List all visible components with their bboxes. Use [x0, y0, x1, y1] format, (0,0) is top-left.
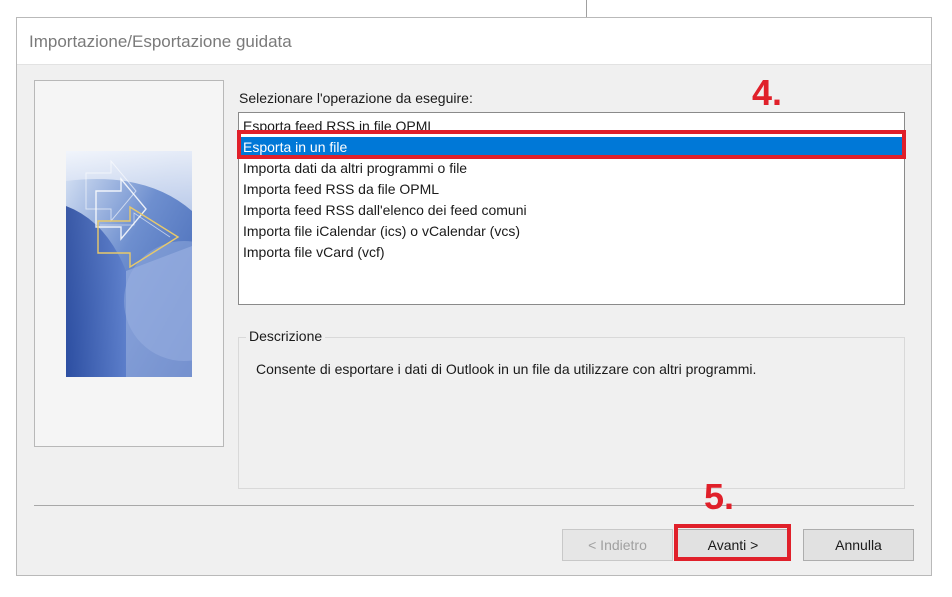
description-group: Descrizione Consente di esportare i dati… — [238, 328, 905, 489]
background-divider — [586, 0, 587, 17]
step-5-label: 5. — [704, 476, 735, 517]
wizard-side-panel — [34, 80, 224, 447]
cancel-button[interactable]: Annulla — [803, 529, 914, 561]
step-4-highlight-box — [237, 130, 906, 159]
back-button[interactable]: < Indietro — [562, 529, 673, 561]
step-4-label: 4. — [752, 72, 783, 113]
list-item-import-vcard[interactable]: Importa file vCard (vcf) — [240, 242, 903, 263]
description-text: Consente di esportare i dati di Outlook … — [256, 361, 757, 377]
list-item-import-other-programs[interactable]: Importa dati da altri programmi o file — [240, 158, 903, 179]
import-export-wizard-graphic-icon — [66, 151, 192, 377]
dialog-title: Importazione/Esportazione guidata — [29, 32, 292, 51]
operation-prompt-label: Selezionare l'operazione da eseguire: — [239, 90, 473, 106]
list-item-import-rss-common-feeds[interactable]: Importa feed RSS dall'elenco dei feed co… — [240, 200, 903, 221]
list-item-import-rss-opml[interactable]: Importa feed RSS da file OPML — [240, 179, 903, 200]
list-item-import-icalendar[interactable]: Importa file iCalendar (ics) o vCalendar… — [240, 221, 903, 242]
title-bar: Importazione/Esportazione guidata — [17, 18, 931, 65]
import-export-wizard-dialog: Importazione/Esportazione guidata Selezi… — [16, 17, 932, 576]
description-legend: Descrizione — [246, 328, 326, 344]
step-5-highlight-box — [674, 524, 791, 561]
button-separator — [34, 505, 914, 506]
